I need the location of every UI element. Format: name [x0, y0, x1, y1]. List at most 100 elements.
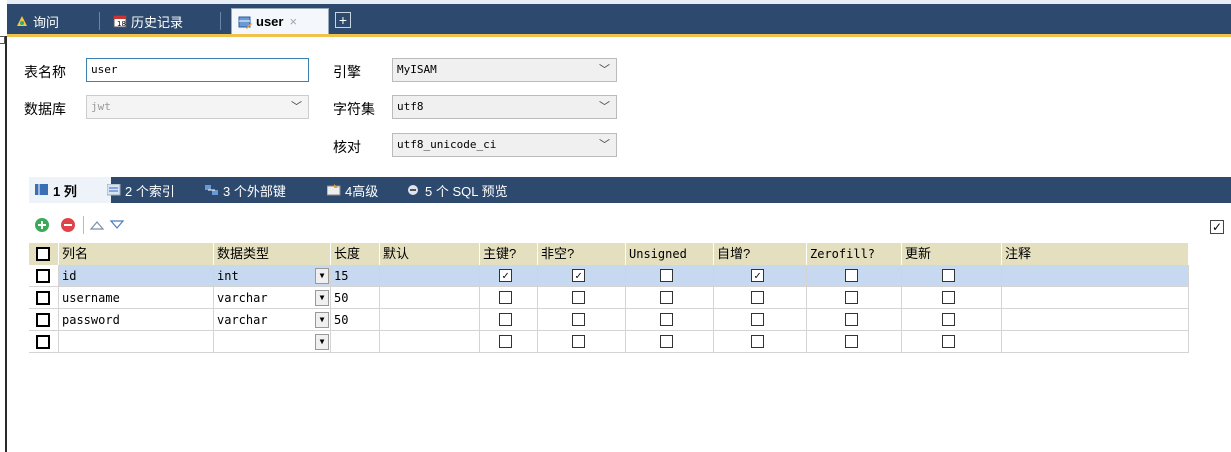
subtab-advanced[interactable]: 4高级 [326, 177, 378, 203]
unsigned-checkbox[interactable] [660, 335, 673, 348]
cell-data-type[interactable]: int ▼ [214, 265, 331, 287]
primary-key-checkbox[interactable] [499, 291, 512, 304]
update-checkbox[interactable] [942, 269, 955, 282]
cell-column-name[interactable]: id [59, 265, 214, 287]
table-row[interactable]: password varchar ▼ 50 [29, 309, 1189, 331]
not-null-checkbox[interactable] [572, 313, 585, 326]
add-column-icon[interactable] [35, 218, 49, 232]
subtab-foreign-keys[interactable]: 3 个外部键 [205, 177, 286, 203]
header-default[interactable]: 默认 [380, 243, 480, 265]
cell-auto-increment[interactable]: ✓ [714, 265, 807, 287]
table-row[interactable]: username varchar ▼ 50 [29, 287, 1189, 309]
cell-data-type[interactable]: varchar ▼ [214, 309, 331, 331]
cell-zerofill[interactable] [807, 331, 902, 353]
cell-column-name[interactable] [59, 331, 214, 353]
not-null-checkbox[interactable] [572, 335, 585, 348]
cell-auto-increment[interactable] [714, 331, 807, 353]
cell-update[interactable] [902, 309, 1002, 331]
cell-zerofill[interactable] [807, 309, 902, 331]
update-checkbox[interactable] [942, 335, 955, 348]
cell-data-type[interactable]: ▼ [214, 331, 331, 353]
unsigned-checkbox[interactable] [660, 313, 673, 326]
dropdown-arrow-icon[interactable]: ▼ [315, 268, 329, 284]
cell-length[interactable]: 15 [331, 265, 380, 287]
cell-zerofill[interactable] [807, 265, 902, 287]
new-tab-button[interactable]: + [335, 12, 351, 28]
update-checkbox[interactable] [942, 291, 955, 304]
cell-unsigned[interactable] [626, 331, 714, 353]
cell-default[interactable] [380, 331, 480, 353]
collation-select[interactable]: utf8_unicode_ci ﹀ [392, 133, 617, 157]
cell-length[interactable]: 50 [331, 309, 380, 331]
tab-history[interactable]: 18 历史记录 [113, 8, 183, 34]
subtab-sql-preview[interactable]: 5 个 SQL 预览 [407, 177, 508, 203]
cell-comment[interactable] [1002, 265, 1189, 287]
cell-comment[interactable] [1002, 331, 1189, 353]
dropdown-arrow-icon[interactable]: ▼ [315, 312, 329, 328]
cell-auto-increment[interactable] [714, 309, 807, 331]
subtab-indexes[interactable]: 2 个索引 [106, 177, 175, 203]
cell-default[interactable] [380, 287, 480, 309]
cell-length[interactable] [331, 331, 380, 353]
header-column-name[interactable]: 列名 [59, 243, 214, 265]
cell-not-null[interactable] [538, 331, 626, 353]
header-auto-increment[interactable]: 自增? [714, 243, 807, 265]
cell-not-null[interactable] [538, 287, 626, 309]
primary-key-checkbox[interactable] [499, 313, 512, 326]
cell-update[interactable] [902, 265, 1002, 287]
auto-increment-checkbox[interactable] [751, 313, 764, 326]
auto-increment-checkbox[interactable] [751, 335, 764, 348]
subtab-columns[interactable]: 1 列 [29, 177, 111, 203]
move-up-icon[interactable] [89, 218, 105, 235]
zerofill-checkbox[interactable] [845, 269, 858, 282]
header-primary-key[interactable]: 主键? [480, 243, 538, 265]
header-zerofill[interactable]: Zerofill? [807, 243, 902, 265]
cell-primary-key[interactable] [480, 287, 538, 309]
header-update[interactable]: 更新 [902, 243, 1002, 265]
header-length[interactable]: 长度 [331, 243, 380, 265]
cell-length[interactable]: 50 [331, 287, 380, 309]
header-not-null[interactable]: 非空? [538, 243, 626, 265]
unsigned-checkbox[interactable] [660, 291, 673, 304]
engine-select[interactable]: MyISAM ﹀ [392, 58, 617, 82]
cell-auto-increment[interactable] [714, 287, 807, 309]
primary-key-checkbox[interactable] [499, 335, 512, 348]
cell-not-null[interactable] [538, 309, 626, 331]
cell-default[interactable] [380, 265, 480, 287]
auto-increment-checkbox[interactable] [751, 291, 764, 304]
cell-comment[interactable] [1002, 287, 1189, 309]
tab-query[interactable]: 询问 [15, 8, 59, 34]
header-comment[interactable]: 注释 [1002, 243, 1189, 265]
cell-primary-key[interactable] [480, 309, 538, 331]
close-icon[interactable]: × [289, 14, 297, 29]
cell-zerofill[interactable] [807, 287, 902, 309]
row-select-checkbox[interactable] [36, 291, 50, 305]
cell-column-name[interactable]: password [59, 309, 214, 331]
cell-not-null[interactable]: ✓ [538, 265, 626, 287]
unsigned-checkbox[interactable] [660, 269, 673, 282]
cell-update[interactable] [902, 331, 1002, 353]
row-select-checkbox[interactable] [36, 335, 50, 349]
primary-key-checkbox[interactable]: ✓ [499, 269, 512, 282]
header-data-type[interactable]: 数据类型 [214, 243, 331, 265]
cell-primary-key[interactable] [480, 331, 538, 353]
cell-unsigned[interactable] [626, 265, 714, 287]
tab-user[interactable]: user × [231, 8, 329, 34]
table-row[interactable]: id int ▼ 15 ✓ ✓ ✓ [29, 265, 1189, 287]
select-all-checkbox[interactable] [36, 247, 50, 261]
dropdown-arrow-icon[interactable]: ▼ [315, 334, 329, 350]
cell-data-type[interactable]: varchar ▼ [214, 287, 331, 309]
cell-comment[interactable] [1002, 309, 1189, 331]
zerofill-checkbox[interactable] [845, 313, 858, 326]
row-select-checkbox[interactable] [36, 313, 50, 327]
charset-select[interactable]: utf8 ﹀ [392, 95, 617, 119]
cell-unsigned[interactable] [626, 309, 714, 331]
dropdown-arrow-icon[interactable]: ▼ [315, 290, 329, 306]
cell-update[interactable] [902, 287, 1002, 309]
zerofill-checkbox[interactable] [845, 291, 858, 304]
not-null-checkbox[interactable]: ✓ [572, 269, 585, 282]
cell-unsigned[interactable] [626, 287, 714, 309]
database-select[interactable]: jwt ﹀ [86, 95, 309, 119]
cell-primary-key[interactable]: ✓ [480, 265, 538, 287]
cell-default[interactable] [380, 309, 480, 331]
